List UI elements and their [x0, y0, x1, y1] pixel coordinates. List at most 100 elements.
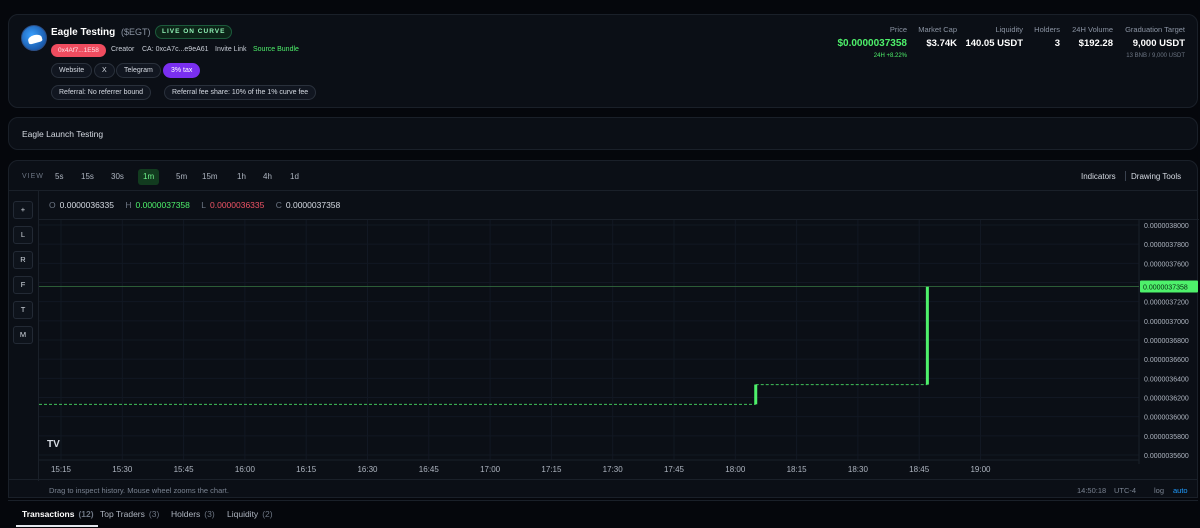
x-tick-label: 15:30: [112, 465, 133, 474]
price-value: $0.0000037358: [837, 38, 907, 49]
eagle-icon: [27, 33, 43, 45]
ohlc-high-value: 0.0000037358: [135, 200, 190, 210]
x-tick-label: 16:30: [357, 465, 378, 474]
y-tick-label: 0.0000036000: [1144, 415, 1189, 422]
price-stat: Price $0.0000037358 24H +8.22%: [837, 25, 907, 59]
indicators-button[interactable]: Indicators: [1081, 172, 1116, 181]
text-tool[interactable]: T: [13, 301, 33, 319]
x-tick-label: 16:00: [235, 465, 256, 474]
chart-hint: Drag to inspect history. Mouse wheel zoo…: [49, 486, 229, 495]
timeframe-30s[interactable]: 30s: [106, 169, 129, 185]
description-card: Eagle Launch Testing: [8, 117, 1198, 150]
tax-badge: 3% tax: [163, 63, 201, 78]
timeframe-4h[interactable]: 4h: [258, 169, 277, 185]
y-tick-label: 0.0000035600: [1144, 453, 1189, 460]
timeframe-15m[interactable]: 15m: [197, 169, 223, 185]
tab-holders-count: (3): [204, 509, 215, 519]
y-tick-label: 0.0000037200: [1144, 300, 1189, 307]
holders-value: 3: [1054, 38, 1060, 49]
token-description: Eagle Launch Testing: [22, 129, 104, 139]
creator-address-pill[interactable]: 0x4Af7...1E58: [51, 44, 106, 57]
timezone-button[interactable]: UTC-4: [1114, 486, 1136, 495]
candle-bar: [754, 384, 758, 405]
chart-clock: 14:50:18: [1077, 486, 1107, 495]
tab-liquidity-label: Liquidity: [227, 509, 259, 519]
y-tick-label: 0.0000038000: [1144, 223, 1189, 230]
ray-tool[interactable]: R: [13, 251, 33, 269]
tab-transactions-label: Transactions: [22, 509, 75, 519]
auto-scale-toggle[interactable]: auto: [1173, 486, 1188, 495]
timeframe-5s[interactable]: 5s: [50, 169, 68, 185]
graduation-progress: 13 BNB / 9,000 USDT: [1126, 53, 1185, 59]
price-label: Price: [889, 25, 907, 34]
price-chart-area[interactable]: O 0.0000036335 H 0.0000037358 L 0.000003633…: [38, 191, 1199, 481]
x-tick-label: 18:45: [909, 465, 930, 474]
token-header-card: Eagle Testing ($EGT) LIVE ON CURVE 0x4Af…: [8, 14, 1198, 108]
x-tick-label: 17:30: [603, 465, 624, 474]
contract-address[interactable]: CA: 0xcA7c...e9eA61: [142, 46, 209, 53]
creator-label: Creator: [111, 46, 135, 53]
invite-link[interactable]: Invite Link: [215, 46, 247, 53]
measure-tool[interactable]: M: [13, 326, 33, 344]
x-tick-label: 18:00: [725, 465, 746, 474]
volume-label: 24H Volume: [1072, 25, 1113, 34]
ohlc-readout: O 0.0000036335 H 0.0000037358 L 0.000003633…: [49, 200, 349, 210]
market-cap-value: $3.74K: [926, 38, 957, 49]
tradingview-logo-icon: TV: [47, 439, 60, 450]
telegram-link[interactable]: Telegram: [116, 63, 161, 78]
log-scale-toggle[interactable]: log: [1154, 486, 1164, 495]
y-tick-label: 0.0000037800: [1144, 242, 1189, 249]
y-tick-label: 0.0000036200: [1144, 396, 1189, 403]
zoom-in-tool[interactable]: +: [13, 201, 33, 219]
chart-footer-divider: [9, 479, 1197, 480]
timeframe-5m[interactable]: 5m: [171, 169, 192, 185]
activity-tabs: Transactions (12) Top Traders (3) Holders(…: [8, 500, 1198, 528]
x-tick-label: 15:45: [174, 465, 195, 474]
candle-bar: [925, 286, 929, 385]
timeframe-15s[interactable]: 15s: [76, 169, 99, 185]
tab-transactions-count: (12): [78, 509, 94, 519]
x-link[interactable]: X: [94, 63, 115, 78]
x-tick-label: 18:30: [848, 465, 869, 474]
tab-liquidity[interactable]: Liquidity (2): [227, 509, 273, 519]
market-cap-label: Market Cap: [918, 25, 957, 34]
y-tick-label: 0.0000036800: [1144, 338, 1189, 345]
volume-stat: 24H Volume $192.28: [1072, 25, 1113, 49]
liquidity-stat: Liquidity 140.05 USDT: [965, 25, 1023, 49]
graduation-value: 9,000 USDT: [1132, 38, 1185, 49]
website-link[interactable]: Website: [51, 63, 93, 78]
market-cap-stat: Market Cap $3.74K: [918, 25, 957, 49]
status-badge: LIVE ON CURVE: [155, 25, 233, 39]
price-change: 24H +8.22%: [873, 53, 907, 59]
current-price-label: 0.0000037358: [1143, 285, 1188, 292]
tab-top-traders[interactable]: Top Traders (3): [100, 509, 159, 519]
x-tick-label: 16:15: [296, 465, 317, 474]
view-label: VIEW: [22, 173, 44, 180]
tab-holders-label: Holders: [171, 509, 201, 519]
ohlc-open-label: O: [49, 200, 56, 210]
tab-transactions[interactable]: Transactions (12): [22, 509, 94, 519]
timeframe-1m[interactable]: 1m: [138, 169, 160, 185]
token-logo: [21, 25, 47, 51]
token-symbol: ($EGT): [121, 27, 151, 37]
drawing-tools-button[interactable]: Drawing Tools: [1131, 172, 1181, 181]
tab-holders[interactable]: Holders (3): [171, 509, 215, 519]
price-chart-svg[interactable]: 15:15 15:30 15:45 16:00 16:15 16:30 16:45 17:00…: [39, 220, 1200, 480]
timeframe-1d[interactable]: 1d: [285, 169, 304, 185]
graduation-label: Graduation Target: [1125, 25, 1185, 34]
ohlc-low-label: L: [201, 200, 206, 210]
x-tick-label: 17:00: [480, 465, 501, 474]
x-tick-label: 19:00: [970, 465, 991, 474]
fib-tool[interactable]: F: [13, 276, 33, 294]
graduation-stat: Graduation Target 9,000 USDT 13 BNB / 9,…: [1125, 25, 1185, 59]
liquidity-label: Liquidity: [995, 25, 1023, 34]
source-bundle-link[interactable]: Source Bundle: [253, 46, 299, 53]
y-tick-label: 0.0000037000: [1144, 319, 1189, 326]
holders-stat: Holders 3: [1034, 25, 1060, 49]
line-tool[interactable]: L: [13, 226, 33, 244]
y-tick-label: 0.0000035800: [1144, 434, 1189, 441]
toolbar-separator: [1125, 171, 1126, 181]
timeframe-1h[interactable]: 1h: [232, 169, 251, 185]
x-tick-label: 18:15: [787, 465, 808, 474]
holders-label: Holders: [1034, 25, 1060, 34]
